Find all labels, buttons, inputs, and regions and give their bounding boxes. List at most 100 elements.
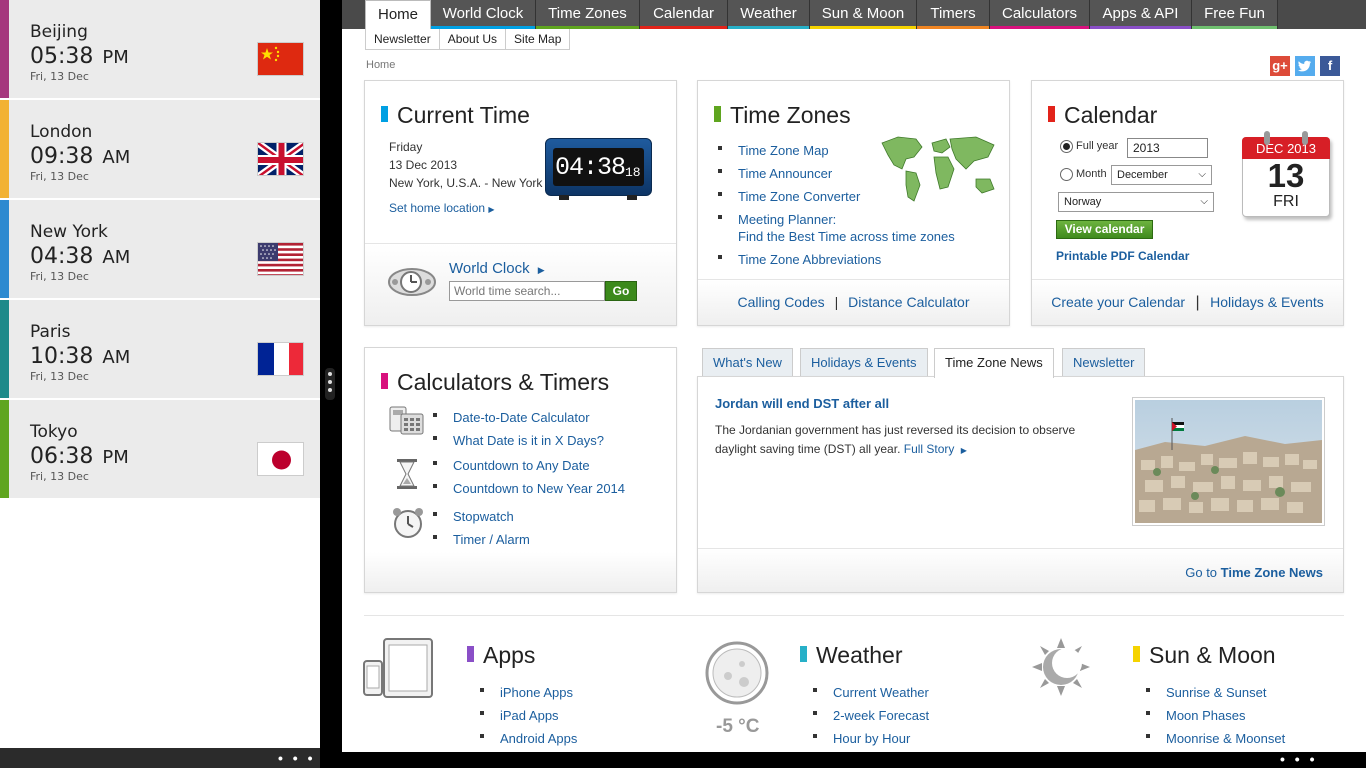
current-time-panel: Current Time Friday 13 Dec 2013 New York… bbox=[364, 80, 677, 326]
go-button[interactable]: Go bbox=[605, 281, 637, 301]
set-home-location-link[interactable]: Set home location ▶ bbox=[389, 201, 495, 215]
countdown-any-date-link[interactable]: Countdown to Any Date bbox=[433, 454, 625, 477]
city-tile-tokyo[interactable]: Tokyo 06:38 PM Fri, 13 Dec bbox=[0, 400, 320, 498]
city-ampm: AM bbox=[102, 147, 131, 168]
city-color-bar bbox=[0, 300, 9, 398]
subnav-site-map[interactable]: Site Map bbox=[506, 29, 569, 49]
sidebar-more-button[interactable]: • • • bbox=[278, 750, 315, 766]
panel-title-text: Calendar bbox=[1064, 102, 1158, 128]
hour-by-hour-link[interactable]: Hour by Hour bbox=[813, 727, 929, 750]
nav-timers[interactable]: Timers bbox=[917, 0, 990, 29]
android-apps-link[interactable]: Android Apps bbox=[480, 727, 577, 750]
city-tile-new-york[interactable]: New York 04:38 AM Fri, 13 Dec bbox=[0, 200, 320, 298]
section-title-text: Weather bbox=[816, 642, 903, 668]
tab-whats-new[interactable]: What's New bbox=[702, 348, 793, 377]
nav-calendar[interactable]: Calendar bbox=[640, 0, 728, 29]
subnav-newsletter[interactable]: Newsletter bbox=[366, 29, 440, 49]
calling-codes-link[interactable]: Calling Codes bbox=[738, 294, 825, 310]
tz-link-abbreviations[interactable]: Time Zone Abbreviations bbox=[718, 248, 955, 271]
city-date: Fri, 13 Dec bbox=[30, 470, 89, 483]
view-calendar-button[interactable]: View calendar bbox=[1056, 220, 1153, 239]
main-more-button[interactable]: • • • bbox=[1280, 751, 1317, 767]
full-year-radio[interactable] bbox=[1060, 140, 1073, 153]
twitter-icon[interactable] bbox=[1295, 56, 1315, 76]
timer-links: Stopwatch Timer / Alarm bbox=[433, 505, 530, 551]
nav-sun-moon[interactable]: Sun & Moon bbox=[810, 0, 917, 29]
current-weather-link[interactable]: Current Weather bbox=[813, 681, 929, 704]
stopwatch-link[interactable]: Stopwatch bbox=[433, 505, 530, 528]
tab-time-zone-news[interactable]: Time Zone News bbox=[934, 348, 1054, 378]
sub-navigation: Newsletter About Us Site Map bbox=[365, 29, 571, 50]
panel-title-text: Time Zones bbox=[730, 102, 851, 128]
uk-flag-icon bbox=[257, 142, 304, 176]
nav-world-clock[interactable]: World Clock bbox=[431, 0, 536, 29]
ipad-apps-link[interactable]: iPad Apps bbox=[480, 704, 577, 727]
distance-calculator-link[interactable]: Distance Calculator bbox=[848, 294, 969, 310]
nav-weather[interactable]: Weather bbox=[728, 0, 810, 29]
time-zones-panel: Time Zones Time Zone Map Time Announcer … bbox=[697, 80, 1010, 326]
news-panel: Jordan will end DST after all The Jordan… bbox=[697, 376, 1344, 593]
google-plus-icon[interactable]: g+ bbox=[1270, 56, 1290, 76]
moonrise-moonset-link[interactable]: Moonrise & Moonset bbox=[1146, 727, 1285, 750]
city-time: 09:38 AM bbox=[30, 144, 130, 169]
city-tile-london[interactable]: London 09:38 AM Fri, 13 Dec bbox=[0, 100, 320, 198]
countdown-new-year-link[interactable]: Countdown to New Year 2014 bbox=[433, 477, 625, 500]
goto-time-zone-news-link[interactable]: Go to Time Zone News bbox=[1185, 565, 1323, 580]
timer-alarm-link[interactable]: Timer / Alarm bbox=[433, 528, 530, 551]
two-week-forecast-link[interactable]: 2-week Forecast bbox=[813, 704, 929, 727]
printable-pdf-calendar-link[interactable]: Printable PDF Calendar bbox=[1056, 249, 1189, 263]
current-day: Friday bbox=[389, 140, 423, 154]
full-story-link[interactable]: Full Story ▶ bbox=[904, 442, 967, 456]
nav-label: Weather bbox=[740, 5, 797, 22]
chevron-down-icon: ⌵ bbox=[1198, 169, 1206, 180]
nav-calculators[interactable]: Calculators bbox=[990, 0, 1090, 29]
facebook-icon[interactable]: f bbox=[1320, 56, 1340, 76]
france-flag-icon bbox=[257, 342, 304, 376]
calendar-date-icon: DEC 2013 13 FRI bbox=[1242, 131, 1334, 221]
nav-label: Calendar bbox=[653, 5, 714, 22]
news-headline[interactable]: Jordan will end DST after all bbox=[715, 396, 889, 411]
tz-link-meeting-planner[interactable]: Meeting Planner: Find the Best Time acros… bbox=[718, 208, 955, 248]
city-tile-paris[interactable]: Paris 10:38 AM Fri, 13 Dec bbox=[0, 300, 320, 398]
city-tile-beijing[interactable]: Beijing 05:38 PM Fri, 13 Dec bbox=[0, 0, 320, 98]
countdown-links: Countdown to Any Date Countdown to New Y… bbox=[433, 454, 625, 500]
tab-holidays-events[interactable]: Holidays & Events bbox=[800, 348, 928, 377]
world-map-icon bbox=[876, 129, 1000, 209]
country-select[interactable]: Norway ⌵ bbox=[1058, 192, 1214, 212]
subnav-about-us[interactable]: About Us bbox=[440, 29, 507, 49]
world-clock-link[interactable]: World Clock ▶ bbox=[449, 260, 545, 277]
iphone-apps-link[interactable]: iPhone Apps bbox=[480, 681, 577, 704]
moon-phases-link[interactable]: Moon Phases bbox=[1146, 704, 1285, 727]
nav-label: Home bbox=[377, 6, 418, 23]
nav-label: Calculators bbox=[1001, 5, 1078, 22]
city-time-value: 04:38 bbox=[30, 244, 94, 269]
month-radio[interactable] bbox=[1060, 168, 1073, 181]
panel-title: Calculators & Timers bbox=[381, 369, 609, 396]
month-select[interactable]: December ⌵ bbox=[1111, 165, 1212, 185]
link-text-strong: Time Zone News bbox=[1220, 565, 1323, 580]
breadcrumb[interactable]: Home bbox=[366, 59, 395, 71]
nav-free-fun[interactable]: Free Fun bbox=[1192, 0, 1278, 29]
hourglass-icon bbox=[395, 458, 419, 490]
city-date: Fri, 13 Dec bbox=[30, 70, 89, 83]
link-text: Full Story bbox=[903, 442, 955, 456]
sunrise-sunset-link[interactable]: Sunrise & Sunset bbox=[1146, 681, 1285, 704]
holidays-events-link[interactable]: Holidays & Events bbox=[1210, 294, 1324, 310]
nav-apps-api[interactable]: Apps & API bbox=[1090, 0, 1192, 29]
date-to-date-link[interactable]: Date-to-Date Calculator bbox=[433, 406, 604, 429]
date-in-x-days-link[interactable]: What Date is it in X Days? bbox=[433, 429, 604, 452]
nav-home[interactable]: Home bbox=[365, 0, 431, 30]
sun-moon-icon bbox=[1030, 636, 1092, 698]
city-date: Fri, 13 Dec bbox=[30, 270, 89, 283]
nav-time-zones[interactable]: Time Zones bbox=[536, 0, 640, 29]
create-calendar-link[interactable]: Create your Calendar bbox=[1051, 294, 1185, 310]
city-time: 04:38 AM bbox=[30, 244, 130, 269]
world-time-search-input[interactable]: World time search... bbox=[449, 281, 605, 301]
city-time: 06:38 PM bbox=[30, 444, 129, 469]
nav-label: Sun & Moon bbox=[821, 5, 905, 22]
split-resize-handle[interactable] bbox=[325, 368, 335, 400]
tab-newsletter[interactable]: Newsletter bbox=[1062, 348, 1146, 377]
news-footer: Go to Time Zone News bbox=[698, 548, 1343, 592]
year-input[interactable]: 2013 bbox=[1127, 138, 1208, 158]
calculators-timers-panel: Calculators & Timers Date-to-Date Calcul… bbox=[364, 347, 677, 593]
